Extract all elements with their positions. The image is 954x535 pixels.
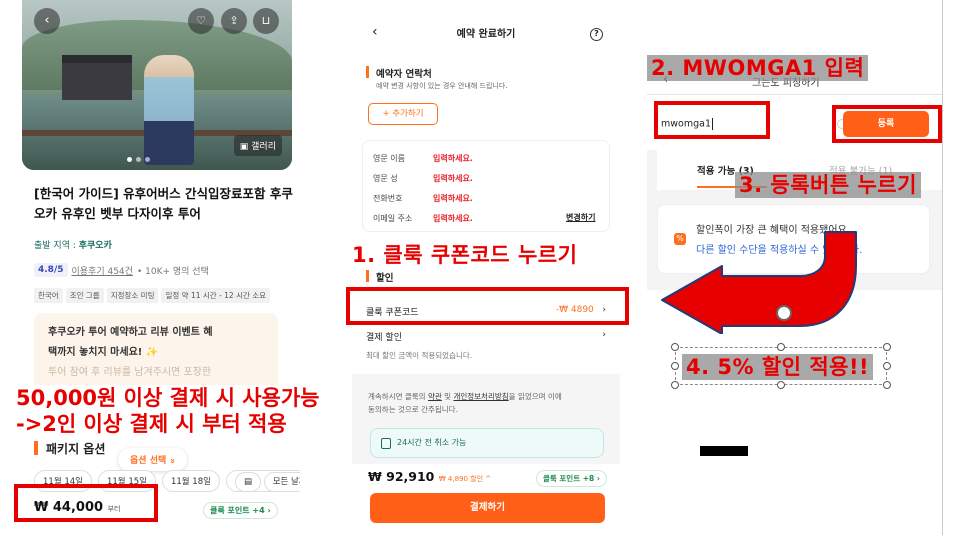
resize-handle[interactable] [883, 362, 891, 370]
resize-handle[interactable] [671, 362, 679, 370]
highlight-price-box [14, 484, 158, 522]
promo-line: 택까지 놓치지 마세요! ✨ [48, 347, 159, 358]
section-accent [366, 66, 369, 78]
step1-annotation: 1. 클룩 쿠폰코드 누르기 [350, 243, 580, 267]
klook-point-badge[interactable]: 클룩 포인트 +8 › [536, 470, 607, 487]
booked-count: • 10K+ 명의 선택 [136, 266, 209, 277]
departure-region: 출발 지역 : 후쿠오카 [34, 241, 112, 251]
selection-frame[interactable] [675, 347, 887, 385]
total-price: ₩ 92,910 ₩ 4,890 할인 ^ [368, 469, 492, 484]
chevron-right-icon: › [267, 506, 271, 515]
house-graphic [62, 55, 132, 100]
tag: 일정 약 11 시간 - 12 시간 소요 [161, 288, 271, 303]
page-title: 예약 완료하기 [456, 29, 516, 40]
calendar-icon: ▤ [234, 472, 261, 492]
contact-section-subtitle: 예약 변경 사항이 있는 경우 안내해 드립니다. [376, 82, 508, 90]
help-icon[interactable]: ? [590, 28, 603, 41]
section-accent [366, 270, 369, 282]
tag-list: 한국어 조인 그룹 지정장소 미팅 일정 약 11 시간 - 12 시간 소요 [34, 288, 271, 303]
document-icon [381, 438, 391, 449]
back-icon[interactable]: ‹ [34, 8, 60, 34]
contact-row[interactable]: 영문 이름 입력하세요. [373, 153, 473, 164]
terms-text: 계속하시면 클룩의 약관 및 개인정보처리방침을 읽었으며 이에 동의하는 것으… [368, 392, 562, 414]
contact-row[interactable]: 영문 성 입력하세요. [373, 173, 473, 184]
resize-handle[interactable] [777, 381, 785, 389]
heart-icon[interactable]: ♡ [188, 8, 214, 34]
package-title: 패키지 옵션 [46, 442, 106, 456]
tag: 지정장소 미팅 [106, 288, 159, 303]
resize-handle[interactable] [671, 381, 679, 389]
sparkle-icon: ✨ [145, 347, 159, 358]
free-cancel-badge: 24시간 전 취소 가능 [370, 428, 604, 458]
chevron-down-icon: » [167, 458, 178, 464]
usage-condition-note: 50,000원 이상 결제 시 사용가능 ->2인 이상 결제 시 부터 적용 [14, 385, 322, 437]
tour-title: [한국어 가이드] 유후어버스 간식입장료포함 후쿠오카 유후인 벳부 다자이후… [34, 186, 293, 221]
divider [647, 94, 942, 95]
promo-line: 투어 참여 후 리뷰를 남겨주시면 포장한 [48, 367, 212, 378]
tag: 한국어 [34, 288, 63, 303]
cart-icon[interactable]: ⊔ [253, 8, 279, 34]
pay-button[interactable]: 결제하기 [370, 493, 605, 523]
step3-annotation: 3. 등록버튼 누르기 [735, 172, 921, 198]
resize-handle[interactable] [777, 343, 785, 351]
promo-line: 후쿠오카 투어 예약하고 리뷰 이벤트 혜 [48, 327, 213, 338]
section-accent [34, 441, 38, 455]
black-block [700, 446, 748, 456]
carousel-dots [127, 157, 150, 162]
klook-point-badge[interactable]: 클룩 포인트 +4 › [203, 502, 278, 519]
chevron-right-icon: › [596, 474, 600, 483]
gallery-button[interactable]: ▣ 갤러리 [233, 135, 282, 156]
image-icon: ▣ [239, 142, 249, 152]
contact-row[interactable]: 이메일 주소 입력하세요. [373, 213, 473, 224]
share-icon[interactable]: ⇪ [221, 8, 247, 34]
option-select-button[interactable]: 옵션 선택 » [118, 448, 188, 471]
discount-section-title: 할인 [376, 273, 394, 284]
highlight-coupon-box [346, 287, 629, 325]
product-hero-image[interactable]: ‹ ♡ ⇪ ⊔ ▣ 갤러리 [22, 0, 292, 170]
contact-row[interactable]: 전화번호 입력하세요. [373, 193, 473, 204]
promo-banner[interactable]: 후쿠오카 투어 예약하고 리뷰 이벤트 혜 택까지 놓치지 마세요! ✨ 투어 … [34, 313, 278, 393]
resize-handle[interactable] [671, 343, 679, 351]
all-dates-chip[interactable]: ▤ 모든 날짜 [225, 470, 300, 492]
contact-section-title: 예약자 연락처 [376, 69, 432, 80]
red-arrow-icon [661, 231, 857, 334]
add-contact-button[interactable]: + 추가하기 [368, 103, 438, 125]
product-panel: ‹ ♡ ⇪ ⊔ ▣ 갤러리 [한국어 가이드] 유후어버스 간식입장료포함 후쿠… [0, 0, 300, 535]
step2-annotation: 2. MWOMGA1 입력 [647, 55, 869, 81]
payment-discount-row[interactable]: 결제 할인 › [366, 330, 606, 343]
resize-handle[interactable] [883, 343, 891, 351]
person-graphic [144, 55, 194, 165]
payment-discount-note: 최대 할인 금액이 적용되었습니다. [366, 351, 473, 360]
chevron-right-icon: › [602, 330, 606, 340]
rating-score: 4.8/5 [34, 263, 68, 277]
edit-contact-link[interactable]: 변경하기 [566, 212, 595, 223]
date-chip[interactable]: 11월 18일 [161, 470, 220, 492]
rating-row: 4.8/5 이용후기 454건 • 10K+ 명의 선택 [34, 263, 209, 277]
tag: 조인 그룹 [65, 288, 104, 303]
resize-handle[interactable] [883, 381, 891, 389]
privacy-link[interactable]: 개인정보처리방침 [453, 392, 508, 401]
review-link[interactable]: 이용후기 454건 [72, 264, 133, 277]
total-discount[interactable]: ₩ 4,890 할인 ^ [439, 475, 491, 483]
highlight-register-box [832, 105, 942, 143]
highlight-code-box [654, 101, 770, 139]
rotate-handle-icon[interactable] [776, 305, 792, 321]
terms-link[interactable]: 약관 [428, 392, 442, 401]
window-edge [942, 0, 954, 535]
checkout-panel: ‹ 예약 완료하기 ? 예약자 연락처 예약 변경 사항이 있는 경우 안내해 … [352, 0, 620, 535]
